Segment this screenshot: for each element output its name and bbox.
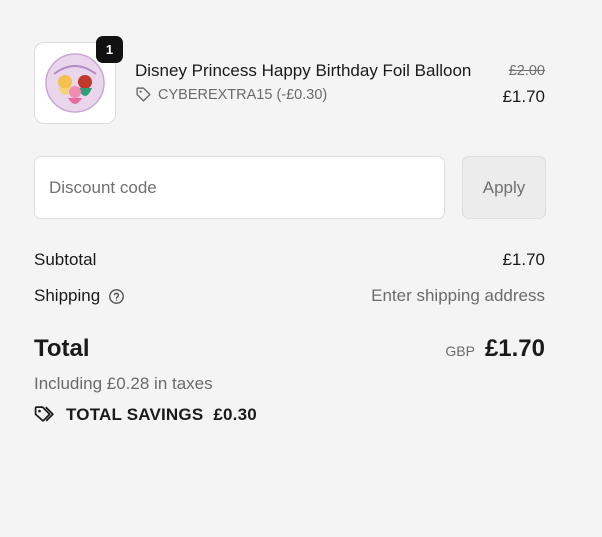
subtotal-value: £1.70 xyxy=(502,250,545,269)
quantity-badge: 1 xyxy=(96,36,123,63)
savings-value: £0.30 xyxy=(213,405,257,424)
shipping-value: Enter shipping address xyxy=(371,286,545,305)
balloon-thumbnail xyxy=(45,53,105,113)
tags-icon xyxy=(34,406,54,422)
order-summary: 1 Disney Princess Happy Birthday Foil Ba… xyxy=(0,0,602,537)
applied-discount: CYBEREXTRA15 (-£0.30) xyxy=(135,86,327,103)
product-title: Disney Princess Happy Birthday Foil Ball… xyxy=(135,61,472,80)
discount-code-text: CYBEREXTRA15 (-£0.30) xyxy=(158,86,328,103)
shipping-label: Shipping xyxy=(34,286,101,305)
total-label: Total xyxy=(34,335,90,362)
apply-button[interactable]: Apply xyxy=(462,156,546,219)
savings-label: TOTAL SAVINGS xyxy=(66,405,204,424)
total-savings: TOTAL SAVINGS £0.30 xyxy=(34,405,257,425)
subtotal-label: Subtotal xyxy=(34,250,97,269)
tag-icon xyxy=(136,87,151,102)
total-amount-group: GBP £1.70 xyxy=(445,335,545,363)
discount-code-input[interactable] xyxy=(34,156,445,219)
original-price: £2.00 xyxy=(508,63,545,79)
total-value: £1.70 xyxy=(484,335,545,362)
question-circle-icon[interactable] xyxy=(108,288,125,305)
taxes-note: Including £0.28 in taxes xyxy=(34,374,213,393)
item-price: £1.70 xyxy=(502,87,545,106)
currency-code: GBP xyxy=(445,343,475,359)
shipping-label-row: Shipping xyxy=(34,286,125,306)
